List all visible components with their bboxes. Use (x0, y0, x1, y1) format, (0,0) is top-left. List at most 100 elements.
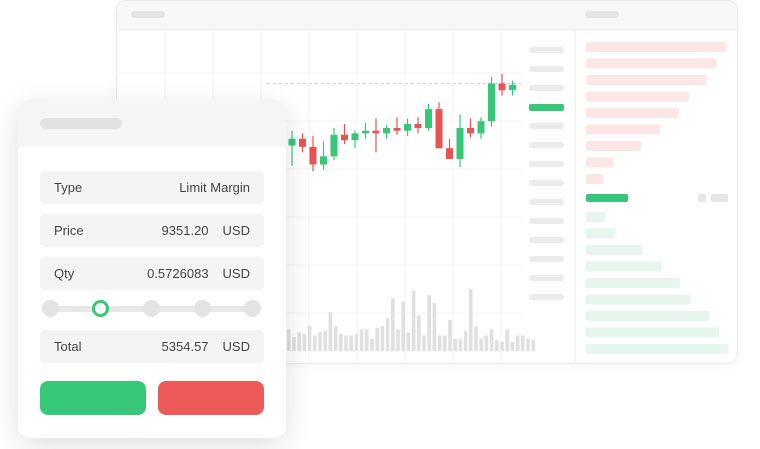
price-axis-label (529, 218, 564, 224)
type-field[interactable]: Type Limit Margin (40, 171, 264, 204)
volume-bar (521, 335, 525, 351)
volume-bar (297, 332, 301, 351)
candle-body (309, 146, 317, 165)
volume-bar (443, 335, 447, 351)
volume-bar (489, 329, 494, 351)
candle-body (351, 133, 359, 141)
volume-bar (370, 338, 374, 351)
slider-step-0[interactable] (42, 300, 59, 317)
bid-depth-bar (586, 311, 710, 321)
volume-bar (292, 337, 296, 351)
volume-bar (463, 330, 468, 351)
volume-bar (318, 332, 322, 351)
volume-bar (406, 332, 411, 351)
buy-button[interactable] (40, 381, 146, 415)
price-axis-label (529, 66, 564, 72)
candle-body (362, 130, 369, 134)
price-axis-label (529, 256, 564, 262)
qty-field[interactable]: Qty 0.5726083 USD (40, 257, 264, 290)
candle-body (320, 156, 327, 165)
spread-placeholder (698, 194, 706, 202)
volume-bar (458, 338, 463, 351)
ask-depth-bar (586, 42, 727, 52)
price-value: 9351.20 USD (162, 223, 250, 238)
volume-bar (385, 318, 390, 351)
bid-depth-bar (586, 294, 691, 305)
current-price-tag (529, 104, 564, 111)
type-label: Type (54, 180, 83, 195)
order-panel-header (18, 100, 286, 147)
candle-body (330, 134, 338, 157)
volume-bar (427, 295, 431, 351)
candle-body (488, 83, 495, 122)
volume-bar (287, 329, 291, 351)
bid-depth-bar (586, 278, 681, 288)
price-unit: USD (222, 223, 250, 238)
total-value-text: 5354.57 (161, 339, 209, 354)
candle-body (372, 130, 380, 134)
qty-slider[interactable] (40, 298, 264, 320)
slider-step-2[interactable] (143, 300, 160, 317)
total-label: Total (54, 339, 82, 354)
total-value: 5354.57 USD (162, 339, 250, 354)
volume-bar (437, 335, 442, 351)
volume-bar (313, 335, 317, 351)
volume-bar (500, 341, 504, 351)
volume-bar (422, 335, 426, 351)
slider-step-4[interactable] (244, 300, 261, 317)
price-axis-label (529, 123, 564, 129)
qty-unit: USD (222, 266, 250, 281)
candle-body (467, 128, 474, 134)
window-title-placeholder (131, 11, 165, 18)
volume-bar (515, 335, 520, 351)
bid-depth-bar (586, 245, 643, 255)
volume-bar (531, 340, 535, 351)
price-axis-label (529, 85, 564, 91)
volume-bar (391, 298, 395, 351)
volume-bar (448, 320, 452, 351)
sell-button[interactable] (158, 381, 264, 415)
volume-bar (474, 326, 478, 351)
volume-bar (380, 326, 385, 351)
candle-body (288, 138, 296, 146)
volume-bar (505, 329, 509, 351)
ask-depth-bar (586, 91, 689, 102)
volume-bar (432, 302, 437, 351)
price-axis-label (529, 237, 564, 243)
total-unit: USD (222, 339, 250, 354)
ask-depth-bar (586, 75, 707, 85)
ask-depth-bar (586, 174, 604, 184)
candle-body (498, 83, 506, 91)
order-panel-title-placeholder (40, 118, 122, 129)
order-book (586, 42, 729, 354)
volume-bar (323, 330, 327, 351)
candle-body (435, 109, 443, 149)
volume-bar (417, 315, 421, 351)
bid-depth-bar (586, 344, 729, 354)
price-value-text: 9351.20 (161, 223, 209, 238)
volume-bar (375, 327, 379, 351)
volume-bar (307, 326, 312, 351)
volume-bar (354, 333, 359, 351)
price-axis-label (529, 47, 564, 53)
price-field[interactable]: Price 9351.20 USD (40, 214, 264, 247)
price-axis-label (529, 275, 564, 281)
volume-bar (479, 338, 483, 351)
qty-label: Qty (54, 266, 75, 281)
candle-body (446, 148, 453, 160)
ask-depth-bar (586, 58, 717, 69)
volume-bar (339, 333, 343, 351)
volume-bar (469, 289, 473, 351)
price-axis-label (529, 199, 564, 205)
volume-bar (333, 326, 338, 351)
qty-value: 0.5726083 USD (147, 266, 250, 281)
volume-bar (401, 301, 405, 351)
volume-bar (526, 338, 530, 351)
spread-indicator (586, 194, 629, 202)
candle-body (404, 123, 411, 131)
slider-step-3[interactable] (194, 300, 211, 317)
qty-value-text: 0.5726083 (147, 266, 209, 281)
type-value-text: Limit Margin (179, 180, 250, 195)
slider-step-1[interactable] (92, 300, 109, 317)
bid-depth-bar (586, 228, 615, 239)
